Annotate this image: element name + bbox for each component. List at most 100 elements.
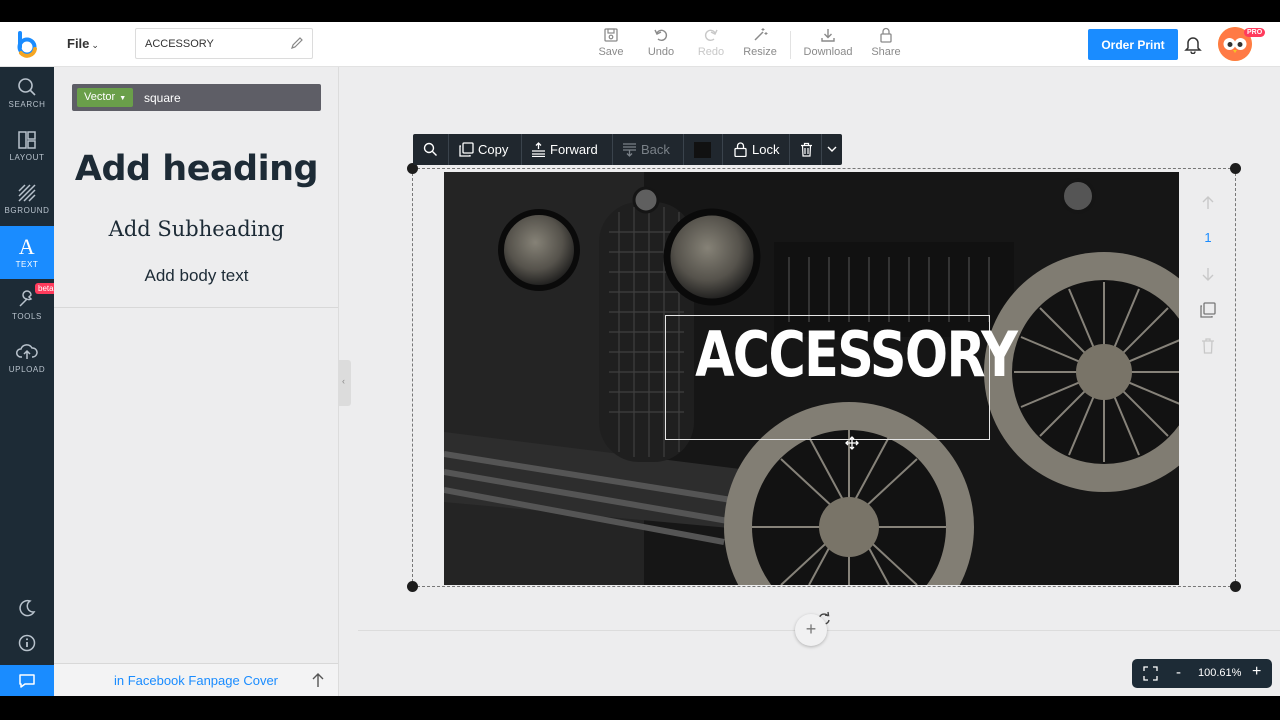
resize-handle-top-right[interactable]	[1230, 163, 1241, 174]
undo-button[interactable]: Undo	[645, 27, 677, 63]
forward-button[interactable]: Forward	[531, 134, 605, 165]
save-button[interactable]: Save	[596, 27, 626, 63]
duplicate-page-icon[interactable]	[1198, 300, 1218, 320]
color-swatch[interactable]	[694, 142, 711, 158]
toolbar-divider	[790, 31, 791, 59]
toolbar-divider	[612, 134, 613, 165]
download-button[interactable]: Download	[802, 27, 854, 63]
text-icon: A	[18, 234, 36, 259]
pro-badge: PRO	[1244, 28, 1266, 37]
headline-text-box[interactable]: ACCESSORY	[665, 315, 1018, 440]
add-body-text-option[interactable]: Add body text	[54, 266, 339, 286]
add-page-button[interactable]: +	[795, 614, 827, 646]
order-print-button[interactable]: Order Print	[1088, 29, 1178, 60]
copy-icon	[459, 142, 474, 157]
toolbar-divider	[821, 134, 822, 165]
move-cursor-icon	[845, 436, 859, 450]
wrench-icon	[19, 290, 33, 307]
copy-button[interactable]: Copy	[459, 134, 515, 165]
arrow-up-icon[interactable]	[311, 672, 325, 688]
resize-label: Resize	[743, 46, 777, 58]
zoom-in-button[interactable]: +	[1252, 663, 1261, 681]
nav-upload[interactable]: UPLOAD	[0, 332, 54, 385]
share-label: Share	[871, 46, 901, 58]
background-pattern-icon	[18, 184, 36, 202]
add-heading-option[interactable]: Add heading	[54, 149, 339, 189]
resize-handle-bottom-right[interactable]	[1230, 581, 1241, 592]
nav-text[interactable]: A TEXT	[0, 226, 54, 279]
moon-icon[interactable]	[17, 598, 37, 618]
chevron-left-icon: ‹	[342, 376, 345, 386]
panel-footer: in Facebook Fanpage Cover	[54, 663, 338, 696]
text-panel: Vector▼ Add heading Add Subheading Add b…	[54, 67, 339, 696]
search-filter-bar: Vector ▼	[72, 84, 321, 111]
panel-divider	[54, 307, 338, 308]
back-label: Back	[641, 142, 670, 157]
nav-search[interactable]: SEARCH	[0, 67, 54, 120]
file-menu[interactable]: File ⌄	[67, 36, 99, 51]
delete-page-icon[interactable]	[1198, 336, 1218, 356]
layout-icon	[18, 131, 36, 149]
magnifier-icon	[423, 142, 437, 156]
nav-text-label: TEXT	[15, 260, 39, 269]
chat-bubble-icon	[19, 674, 35, 688]
toolbar-divider	[521, 134, 522, 165]
send-backward-icon	[623, 143, 636, 157]
vector-filter-label: Vector	[84, 91, 116, 103]
lock-button[interactable]: Lock	[733, 134, 783, 165]
forward-label: Forward	[550, 142, 598, 157]
app-logo-icon[interactable]	[13, 30, 41, 58]
nav-layout[interactable]: LAYOUT	[0, 120, 54, 173]
nav-tools-label: TOOLS	[12, 312, 42, 321]
resize-handle-bottom-left[interactable]	[407, 581, 418, 592]
redo-button[interactable]: Redo	[695, 27, 727, 63]
document-title-box[interactable]	[135, 28, 313, 59]
resize-button[interactable]: Resize	[742, 27, 778, 63]
fit-to-screen-icon[interactable]	[1143, 666, 1158, 681]
zoom-control: - 100.61% +	[1132, 659, 1272, 688]
trash-icon	[801, 142, 812, 157]
page-down-arrow-icon[interactable]	[1198, 264, 1218, 284]
lock-icon	[880, 27, 892, 43]
redo-icon	[704, 29, 718, 42]
share-button[interactable]: Share	[870, 27, 902, 63]
undo-icon	[654, 29, 668, 42]
delete-button[interactable]	[799, 134, 815, 165]
magic-wand-icon	[754, 28, 768, 41]
info-icon[interactable]	[17, 633, 37, 653]
nav-layout-label: LAYOUT	[9, 153, 45, 162]
download-label: Download	[803, 46, 853, 58]
panel-collapse-handle[interactable]: ‹	[339, 360, 351, 406]
vector-filter-tag[interactable]: Vector ▼	[77, 88, 134, 107]
triangle-down-icon: ▼	[119, 95, 127, 102]
save-icon	[604, 28, 618, 42]
more-options-button[interactable]	[827, 134, 839, 165]
zoom-element-button[interactable]	[423, 134, 441, 165]
plus-icon: +	[805, 619, 817, 639]
file-menu-label: File	[67, 36, 90, 51]
chevron-down-icon	[827, 146, 837, 152]
toolbar-divider	[789, 134, 790, 165]
element-toolbar: Copy Forward Back Lock	[413, 134, 842, 165]
back-button[interactable]: Back	[622, 134, 678, 165]
top-bar: File⌄ Save Undo Redo Resize Download	[0, 22, 1280, 67]
document-title-input[interactable]	[145, 29, 285, 58]
toolbar-divider	[722, 134, 723, 165]
bring-forward-icon	[532, 142, 545, 157]
page-number: 1	[1204, 230, 1212, 245]
nav-tools[interactable]: TOOLS beta	[0, 279, 57, 332]
nav-search-label: SEARCH	[8, 100, 46, 109]
pencil-icon[interactable]	[290, 36, 304, 50]
headline-text[interactable]: ACCESSORY	[695, 318, 1018, 391]
cloud-upload-icon	[16, 344, 38, 359]
zoom-out-button[interactable]: -	[1176, 664, 1181, 681]
nav-upload-label: UPLOAD	[8, 365, 46, 374]
filter-search-input[interactable]	[144, 88, 314, 107]
chat-button[interactable]	[0, 665, 54, 696]
search-icon	[18, 78, 36, 96]
bell-icon[interactable]	[1183, 34, 1203, 54]
nav-background[interactable]: BGROUND	[0, 173, 54, 226]
page-up-arrow-icon[interactable]	[1198, 193, 1218, 213]
add-subheading-option[interactable]: Add Subheading	[54, 217, 339, 241]
facebook-fanpage-cover-link[interactable]: in Facebook Fanpage Cover	[54, 673, 338, 688]
